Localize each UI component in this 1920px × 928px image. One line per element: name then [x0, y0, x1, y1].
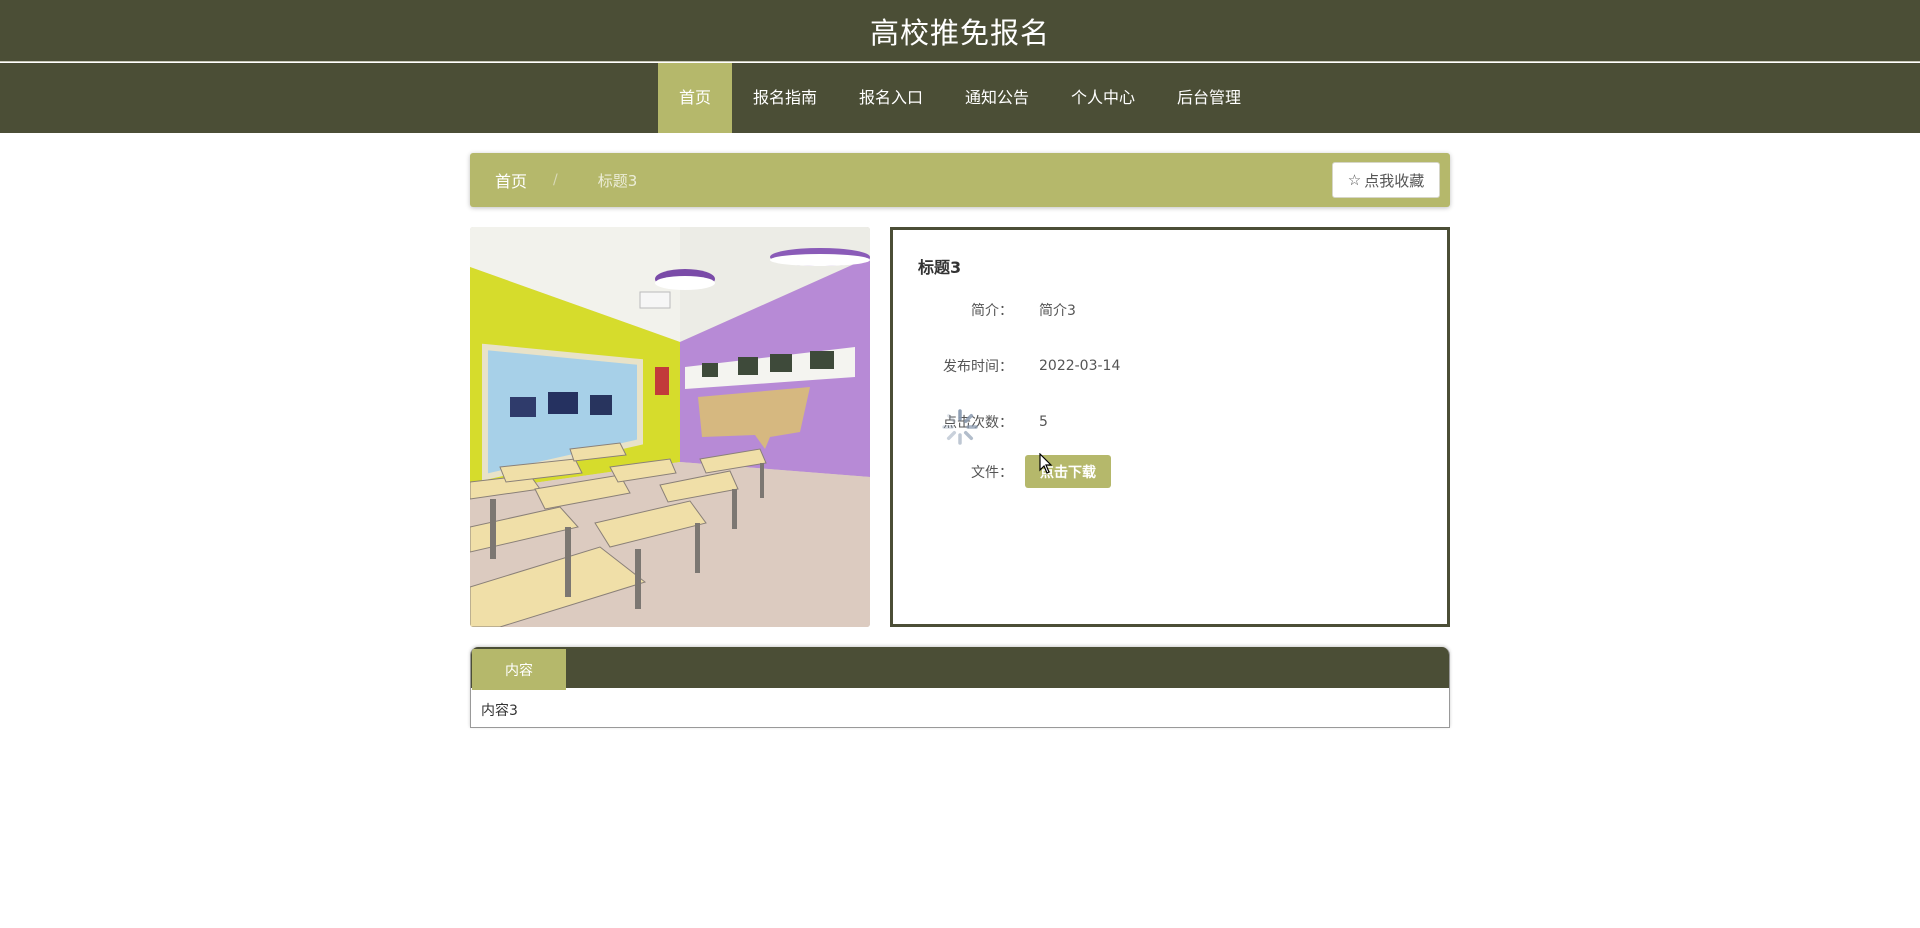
publish-time-value: 2022-03-14: [1039, 358, 1121, 374]
tab-content-body: 内容3: [471, 688, 1449, 727]
mouse-cursor-icon: [1039, 453, 1053, 474]
star-outline-icon: ☆: [1347, 171, 1362, 189]
file-label: 文件：: [971, 464, 1013, 481]
favorite-button[interactable]: ☆ 点我收藏: [1332, 162, 1440, 198]
breadcrumb-home-link[interactable]: 首页: [495, 168, 527, 192]
nav-item-signup[interactable]: 报名入口: [838, 63, 944, 133]
nav-item-home[interactable]: 首页: [657, 63, 732, 133]
tab-header: 内容: [471, 647, 1449, 690]
nav-item-admin[interactable]: 后台管理: [1156, 63, 1262, 133]
breadcrumb-current: 标题3: [597, 171, 638, 190]
publish-time-label: 发布时间：: [943, 359, 1013, 375]
publish-time-row: 发布时间： 2022-03-14: [893, 356, 1120, 376]
site-title: 高校推免报名: [869, 15, 1050, 50]
loading-spinner-icon: [942, 409, 978, 445]
content-tab-panel: 内容 内容3: [470, 647, 1450, 728]
site-header: 高校推免报名: [0, 0, 1920, 62]
detail-image: [470, 227, 870, 627]
nav-item-notices[interactable]: 通知公告: [944, 63, 1050, 133]
main-nav: 首页 报名指南 报名入口 通知公告 个人中心 后台管理: [0, 63, 1920, 133]
download-button[interactable]: 点击下载: [1025, 455, 1111, 488]
tab-content[interactable]: 内容: [472, 649, 566, 690]
summary-value: 简介3: [1039, 303, 1076, 319]
breadcrumb-separator: /: [553, 172, 558, 188]
click-count-value: 5: [1039, 414, 1048, 430]
nav-item-guide[interactable]: 报名指南: [732, 63, 838, 133]
summary-label: 简介：: [971, 303, 1013, 319]
summary-row: 简介： 简介3: [893, 300, 1076, 320]
favorite-button-label: 点我收藏: [1364, 171, 1425, 190]
file-row: 文件： 点击下载: [893, 455, 1111, 488]
breadcrumb: 首页 / 标题3 ☆ 点我收藏: [470, 153, 1450, 207]
detail-title: 标题3: [918, 258, 962, 277]
classroom-photo: [470, 227, 870, 627]
nav-item-profile[interactable]: 个人中心: [1050, 63, 1156, 133]
